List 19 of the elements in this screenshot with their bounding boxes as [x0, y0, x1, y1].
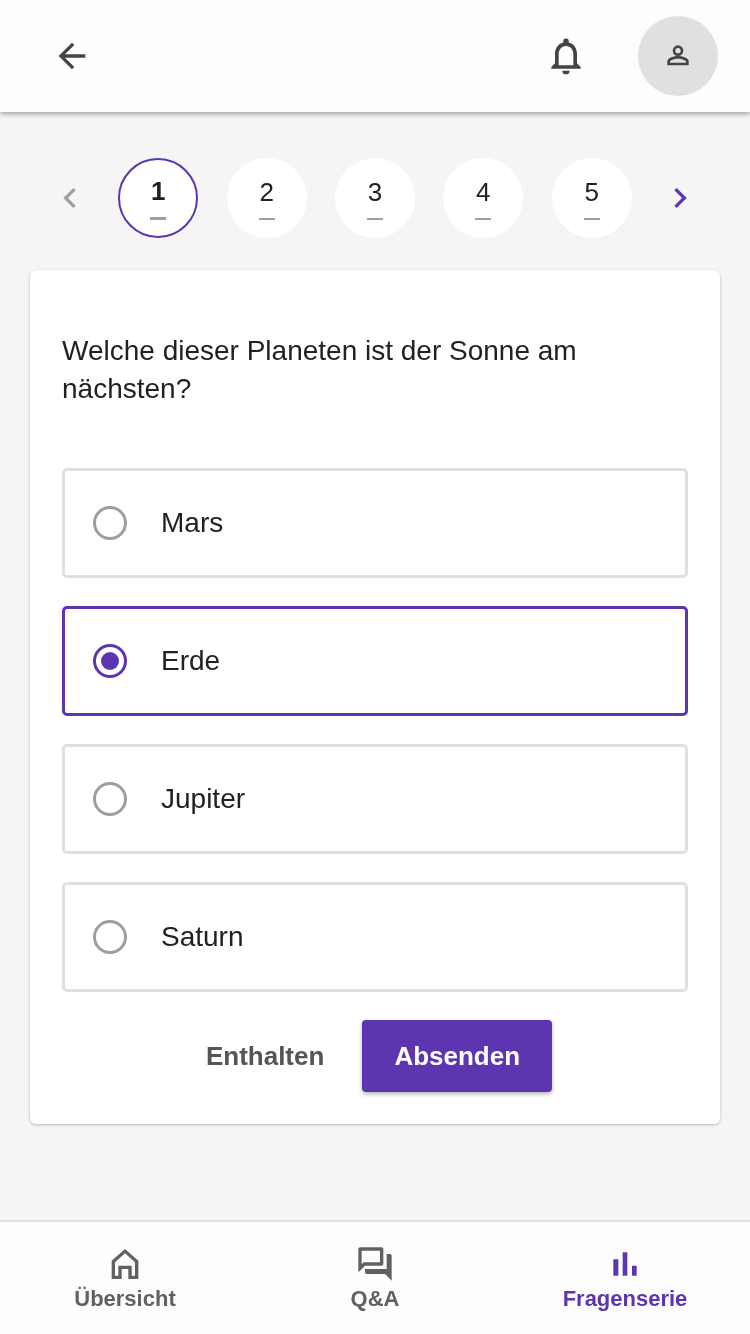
page-button[interactable]: 5 — [551, 158, 632, 238]
radio-button[interactable] — [93, 644, 127, 678]
answer-option[interactable]: Mars — [62, 468, 688, 578]
nav-tab[interactable]: Übersicht — [0, 1222, 250, 1334]
submit-button[interactable]: Absenden — [362, 1020, 553, 1092]
nav-tab[interactable]: Q&A — [250, 1222, 500, 1334]
nav-tab[interactable]: Fragenserie — [500, 1222, 750, 1334]
page-button[interactable]: 3 — [335, 158, 415, 238]
radio-button[interactable] — [93, 506, 127, 540]
answer-option[interactable]: Saturn — [62, 882, 688, 992]
page-button[interactable]: 1 — [118, 158, 199, 238]
answer-option[interactable]: Jupiter — [62, 744, 688, 854]
radio-button[interactable] — [93, 782, 127, 816]
abstain-button[interactable]: Enthalten — [197, 1026, 333, 1086]
page-button[interactable]: 2 — [226, 158, 307, 238]
question-text: Welche dieser Planeten ist der Sonne am nächsten? — [62, 334, 578, 406]
page-button[interactable]: 4 — [443, 158, 524, 238]
radio-button[interactable] — [93, 920, 127, 954]
answer-option[interactable]: Erde — [62, 606, 688, 716]
